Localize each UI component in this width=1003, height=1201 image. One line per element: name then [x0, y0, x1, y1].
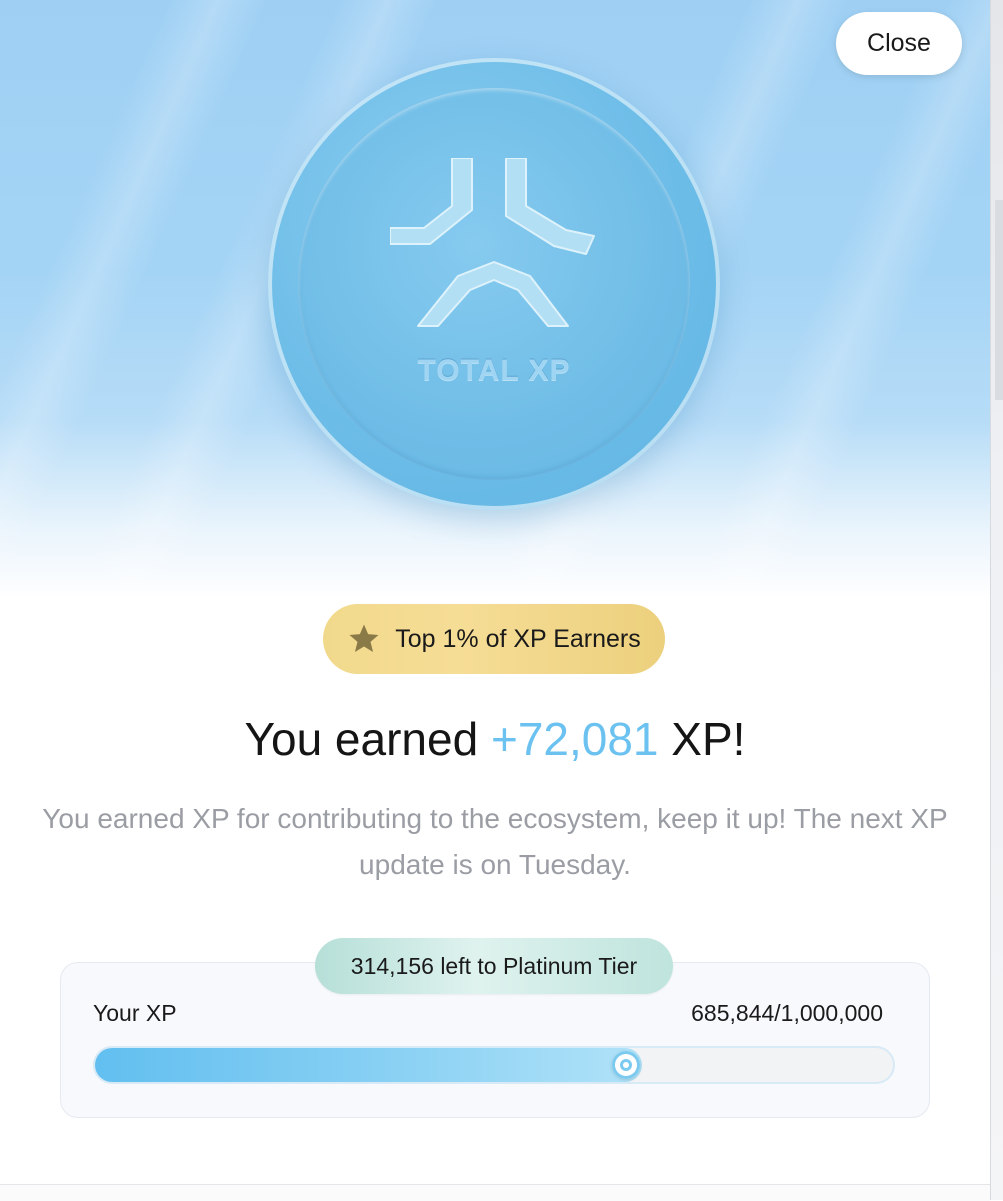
xp-progress-bar: [93, 1046, 895, 1084]
earned-headline: You earned +72,081 XP!: [0, 712, 990, 766]
tier-remaining-pill: 314,156 left to Platinum Tier: [315, 938, 673, 994]
headline-prefix: You earned: [244, 713, 491, 765]
coin-label: TOTAL XP: [417, 354, 571, 387]
close-button[interactable]: Close: [836, 12, 962, 75]
xp-progress-fill: [95, 1048, 642, 1082]
xp-progress-knob: [612, 1051, 640, 1079]
scrollbar-track[interactable]: [990, 0, 1003, 1200]
scrollbar-thumb[interactable]: [995, 200, 1003, 400]
xp-logo-icon: [390, 158, 595, 327]
badge-text: Top 1% of XP Earners: [395, 624, 641, 653]
total-xp-coin: TOTAL XP: [268, 58, 720, 510]
hero-banner: TOTAL XP Close: [0, 0, 990, 600]
earned-amount: +72,081: [490, 713, 659, 765]
modal-bottom-edge: [0, 1184, 990, 1201]
description-text: You earned XP for contributing to the ec…: [42, 803, 948, 880]
xp-value: 685,844/1,000,000: [691, 1000, 883, 1026]
your-xp-label: Your XP: [93, 1000, 177, 1026]
xp-modal: TOTAL XP Close Top 1% of XP Earners You …: [0, 0, 990, 1184]
headline-suffix: XP!: [658, 713, 746, 765]
star-icon: [349, 624, 379, 653]
top-earner-badge: Top 1% of XP Earners: [323, 604, 665, 674]
